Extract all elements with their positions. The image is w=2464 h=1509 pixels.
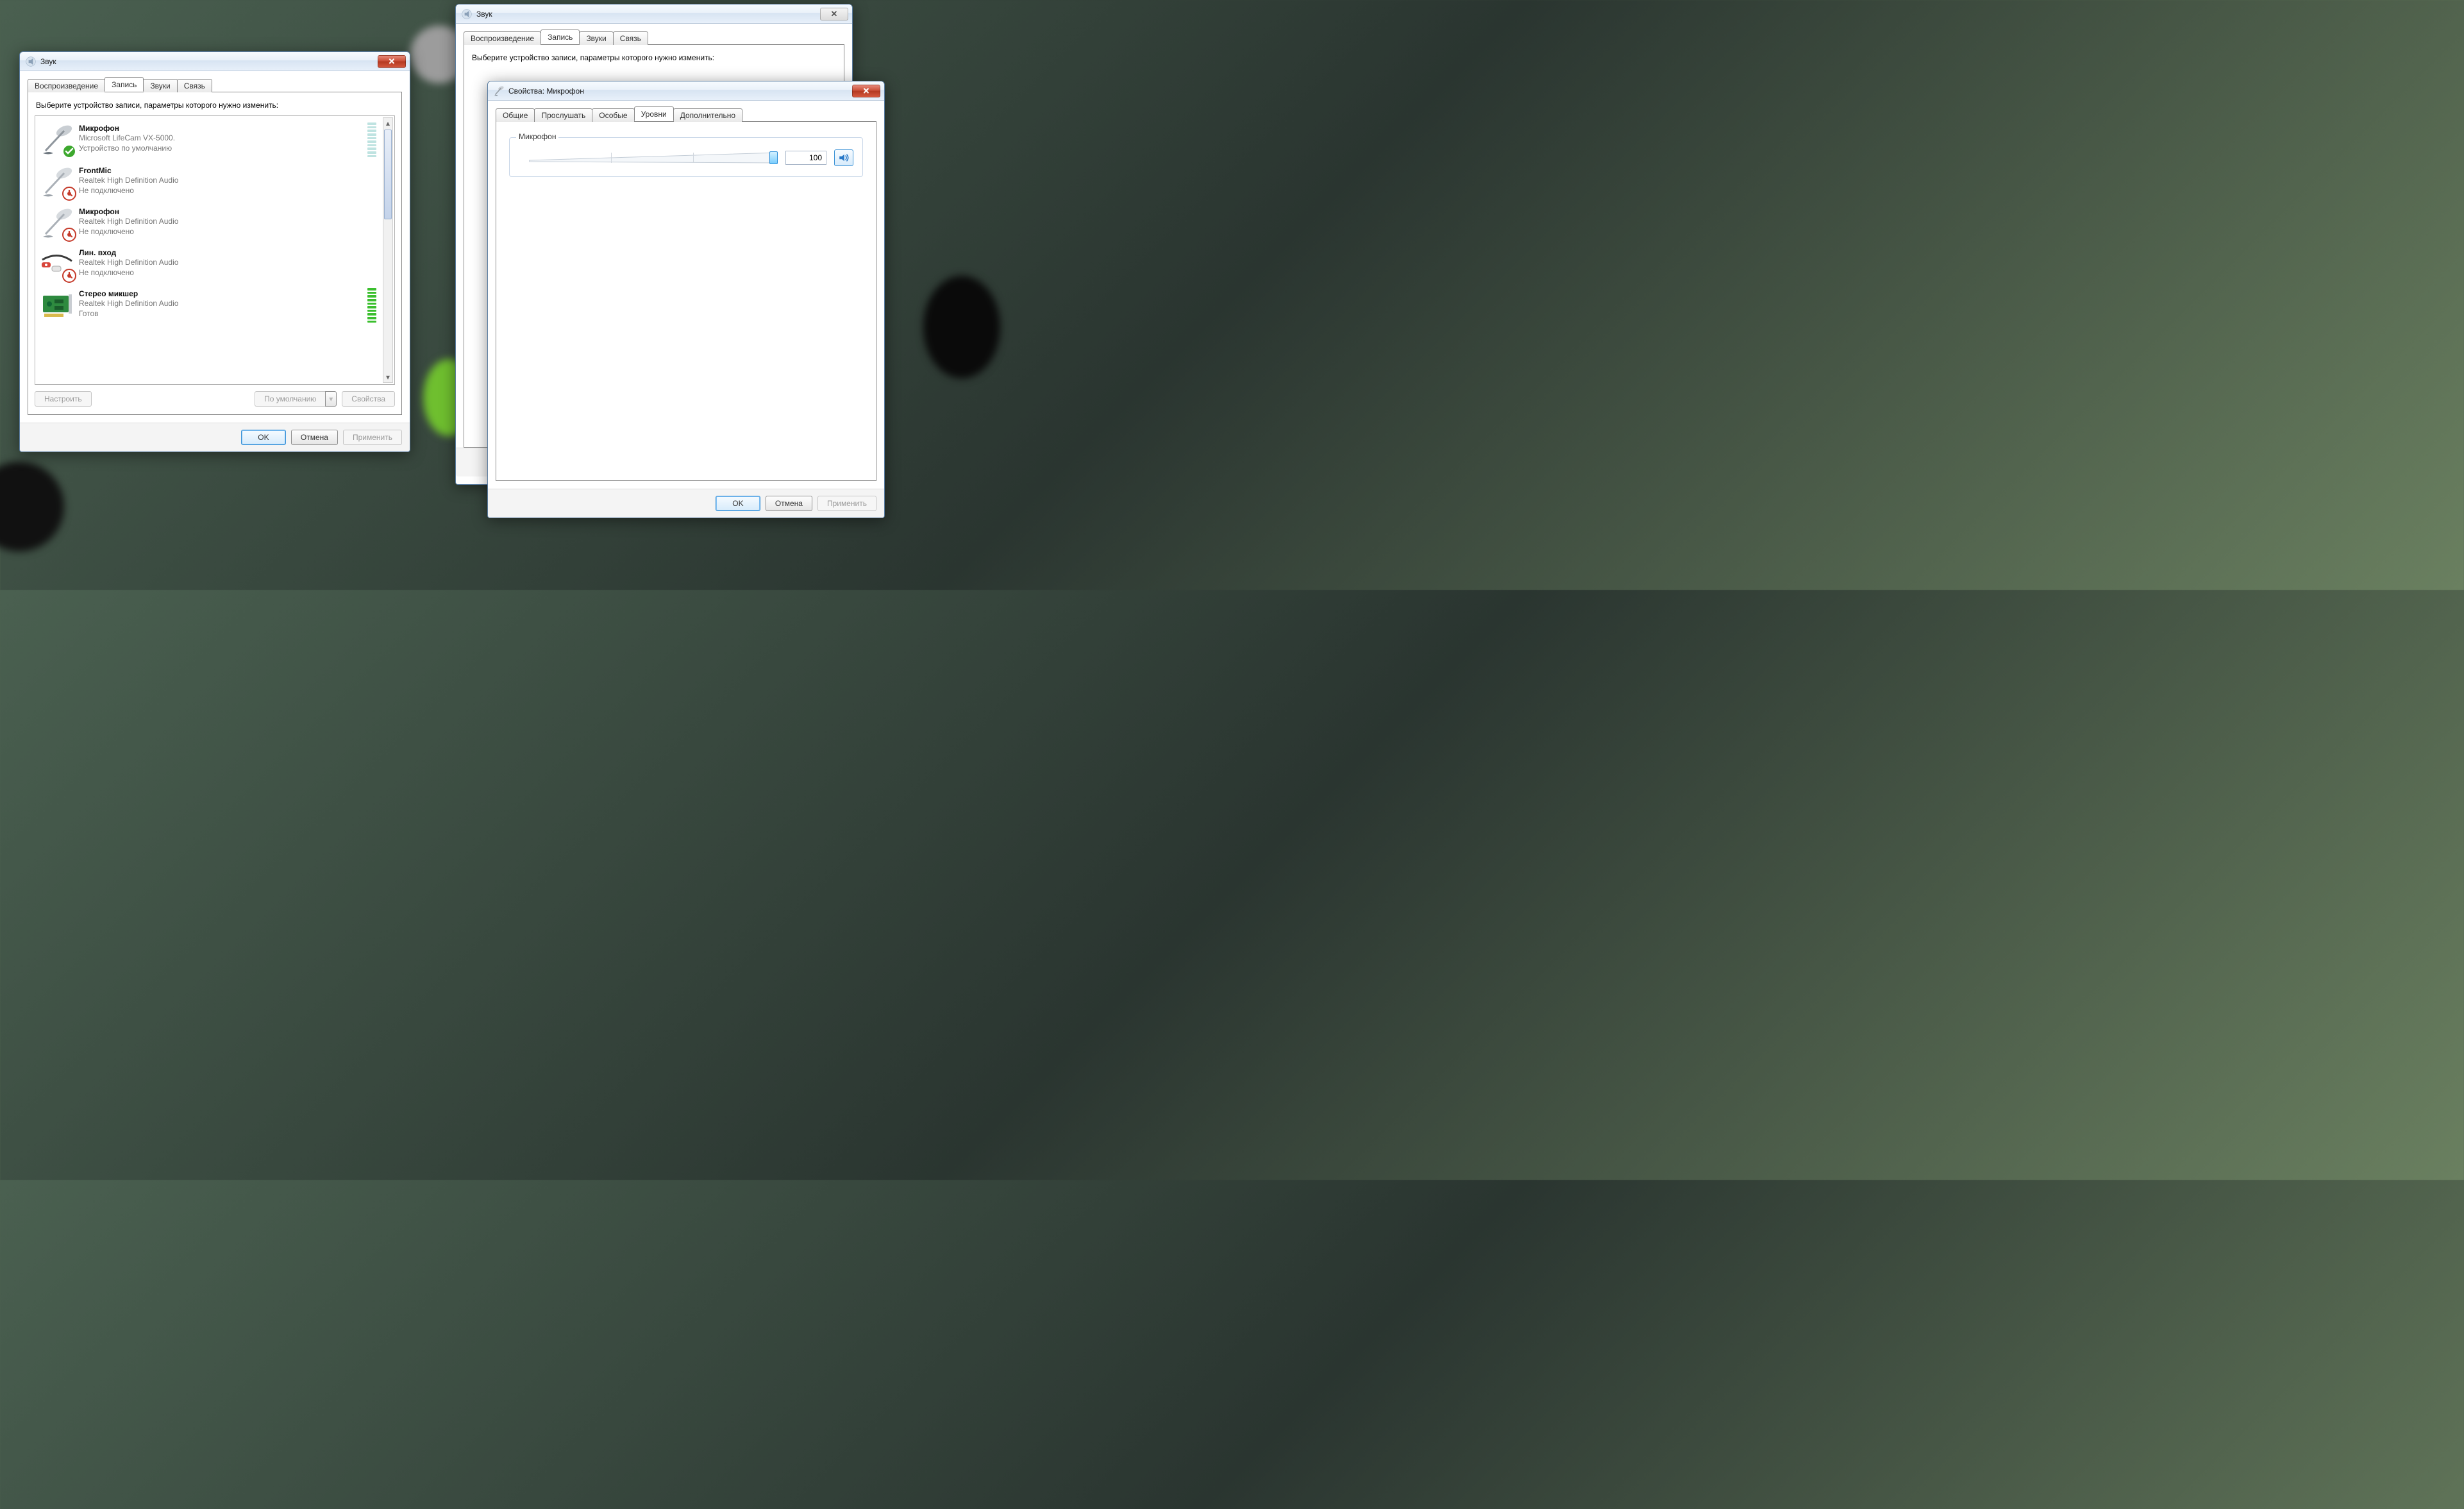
tab-advanced[interactable]: Дополнительно (673, 108, 742, 122)
device-list[interactable]: Микрофон Microsoft LifeCam VX-5000. Устр… (35, 115, 395, 385)
device-status: Не подключено (79, 185, 376, 196)
tab-record[interactable]: Запись (541, 30, 580, 44)
device-name: Стерео микшер (79, 289, 362, 298)
apply-button[interactable]: Применить (343, 430, 402, 445)
device-name: FrontMic (79, 166, 376, 175)
list-item[interactable]: Стерео микшер Realtek High Definition Au… (38, 284, 379, 326)
cancel-button[interactable]: Отмена (291, 430, 338, 445)
tab-sounds[interactable]: Звуки (143, 79, 177, 92)
microphone-icon (493, 85, 505, 97)
cancel-button[interactable]: Отмена (766, 496, 812, 511)
device-status: Готов (79, 308, 362, 319)
instruction-text: Выберите устройство записи, параметры ко… (36, 100, 395, 110)
sound-dialog-1: Звук ✕ Воспроизведение Запись Звуки Связ… (19, 51, 410, 452)
tab-sounds[interactable]: Звуки (579, 31, 613, 45)
device-name: Микрофон (79, 207, 376, 216)
device-driver: Realtek High Definition Audio (79, 298, 362, 308)
close-button[interactable]: ✕ (820, 8, 848, 21)
scroll-up-icon[interactable]: ▴ (383, 118, 392, 128)
tab-custom[interactable]: Особые (592, 108, 634, 122)
device-driver: Realtek High Definition Audio (79, 257, 376, 267)
sound-icon (461, 8, 473, 20)
device-name: Лин. вход (79, 248, 376, 257)
volume-value[interactable]: 100 (785, 151, 826, 165)
titlebar[interactable]: Звук ✕ (20, 52, 410, 71)
ok-button[interactable]: OK (716, 496, 760, 511)
titlebar[interactable]: Свойства: Микрофон ✕ (488, 81, 884, 101)
device-status: Устройство по умолчанию (79, 143, 362, 153)
ok-button[interactable]: OK (241, 430, 286, 445)
scrollbar[interactable]: ▴ ▾ (383, 117, 393, 383)
unplugged-badge-icon (62, 187, 76, 201)
mic-properties-dialog: Свойства: Микрофон ✕ Общие Прослушать Ос… (487, 81, 885, 518)
device-driver: Realtek High Definition Audio (79, 175, 376, 185)
microphone-icon (40, 206, 74, 239)
level-groupbox: Микрофон 100 (509, 137, 863, 177)
set-default-button[interactable]: По умолчанию (255, 391, 325, 407)
device-driver: Microsoft LifeCam VX-5000. (79, 133, 362, 143)
tab-communications[interactable]: Связь (613, 31, 648, 45)
window-title: Звук (476, 10, 816, 19)
apply-button[interactable]: Применить (817, 496, 876, 511)
dialog-footer: OK Отмена Применить (20, 423, 410, 451)
tabstrip: Общие Прослушать Особые Уровни Дополните… (496, 107, 876, 122)
chevron-down-icon[interactable]: ▾ (325, 391, 337, 407)
tab-general[interactable]: Общие (496, 108, 535, 122)
level-meter (367, 122, 376, 157)
group-legend: Микрофон (516, 132, 558, 141)
volume-slider[interactable] (529, 151, 778, 165)
list-item[interactable]: Лин. вход Realtek High Definition Audio … (38, 243, 379, 284)
slider-thumb[interactable] (769, 151, 778, 164)
tabstrip: Воспроизведение Запись Звуки Связь (28, 78, 402, 92)
close-button[interactable]: ✕ (378, 55, 406, 68)
list-item[interactable]: FrontMic Realtek High Definition Audio Н… (38, 161, 379, 202)
close-icon: ✕ (863, 87, 870, 95)
configure-button[interactable]: Настроить (35, 391, 92, 407)
window-title: Звук (40, 57, 374, 66)
close-button[interactable]: ✕ (852, 85, 880, 97)
microphone-icon (40, 165, 74, 198)
device-driver: Realtek High Definition Audio (79, 216, 376, 226)
list-item[interactable]: Микрофон Microsoft LifeCam VX-5000. Устр… (38, 119, 379, 161)
tab-listen[interactable]: Прослушать (534, 108, 592, 122)
tab-record[interactable]: Запись (105, 77, 144, 92)
check-badge-icon (62, 144, 76, 158)
set-default-split-button[interactable]: По умолчанию ▾ (255, 391, 337, 407)
tab-playback[interactable]: Воспроизведение (28, 79, 105, 92)
window-title: Свойства: Микрофон (508, 87, 848, 96)
device-status: Не подключено (79, 226, 376, 237)
speaker-icon (838, 152, 850, 164)
tab-page-record: Выберите устройство записи, параметры ко… (28, 92, 402, 415)
unplugged-badge-icon (62, 228, 76, 242)
line-in-icon (40, 247, 74, 280)
list-item[interactable]: Микрофон Realtek High Definition Audio Н… (38, 202, 379, 243)
properties-button[interactable]: Свойства (342, 391, 395, 407)
close-icon: ✕ (831, 10, 838, 18)
tabstrip: Воспроизведение Запись Звуки Связь (464, 30, 844, 45)
close-icon: ✕ (389, 57, 396, 65)
tab-playback[interactable]: Воспроизведение (464, 31, 541, 45)
unplugged-badge-icon (62, 269, 76, 283)
sound-icon (25, 56, 37, 67)
mute-button[interactable] (834, 149, 853, 166)
titlebar[interactable]: Звук ✕ (456, 4, 852, 24)
scroll-thumb[interactable] (384, 130, 392, 219)
instruction-text: Выберите устройство записи, параметры ко… (472, 53, 837, 63)
tab-page-levels: Микрофон 100 (496, 122, 876, 481)
tab-communications[interactable]: Связь (177, 79, 212, 92)
tab-levels[interactable]: Уровни (634, 106, 674, 121)
scroll-down-icon[interactable]: ▾ (383, 372, 392, 382)
dialog-footer: OK Отмена Применить (488, 489, 884, 518)
microphone-icon (40, 122, 74, 156)
device-name: Микрофон (79, 124, 362, 133)
device-status: Не подключено (79, 267, 376, 278)
sound-card-icon (40, 288, 74, 321)
level-meter (367, 288, 376, 323)
